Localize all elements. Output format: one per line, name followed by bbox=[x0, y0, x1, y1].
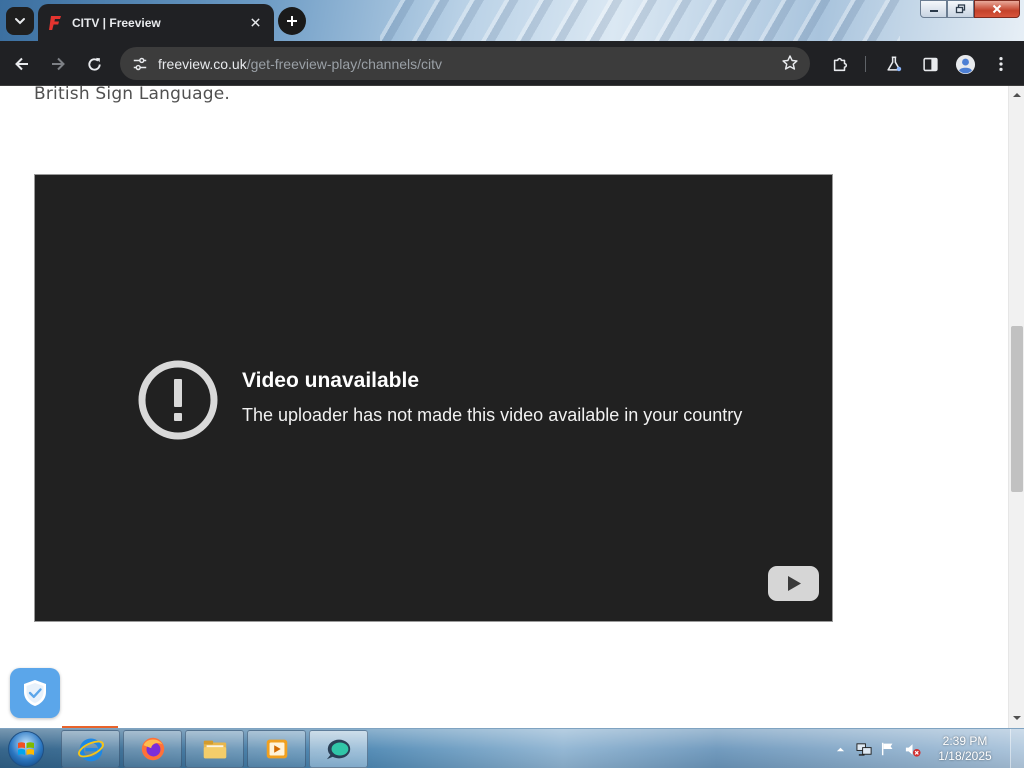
shield-check-icon bbox=[24, 680, 46, 706]
file-explorer-icon[interactable] bbox=[185, 730, 244, 768]
firefox-icon[interactable] bbox=[123, 730, 182, 768]
menu-button[interactable] bbox=[990, 53, 1012, 75]
app-icon[interactable] bbox=[309, 730, 368, 768]
back-button[interactable] bbox=[11, 53, 33, 75]
labs-button[interactable] bbox=[883, 53, 905, 75]
clock[interactable]: 2:39 PM 1/18/2025 bbox=[932, 734, 998, 764]
security-shield-button[interactable] bbox=[10, 668, 60, 718]
scroll-thumb[interactable] bbox=[1011, 326, 1023, 492]
video-error-title: Video unavailable bbox=[242, 369, 420, 392]
side-panel-button[interactable] bbox=[919, 53, 941, 75]
freeview-f-icon bbox=[48, 15, 64, 31]
video-player[interactable]: Video unavailable The uploader has not m… bbox=[34, 174, 833, 622]
avatar-icon bbox=[955, 54, 975, 74]
scroll-down-icon[interactable] bbox=[1013, 714, 1021, 722]
reload-icon bbox=[87, 57, 101, 71]
show-desktop-button[interactable] bbox=[1010, 729, 1024, 768]
toolbar-divider bbox=[865, 56, 866, 72]
system-tray: 2:39 PM 1/18/2025 bbox=[828, 729, 1024, 768]
volume-muted-icon[interactable] bbox=[903, 740, 921, 758]
forward-button[interactable] bbox=[47, 53, 69, 75]
reload-button[interactable] bbox=[83, 53, 105, 75]
tab-search-button[interactable] bbox=[6, 7, 34, 35]
action-center-flag-icon[interactable] bbox=[879, 740, 897, 758]
new-tab-button[interactable] bbox=[278, 7, 306, 35]
close-icon bbox=[992, 4, 1002, 14]
extensions-button[interactable] bbox=[829, 53, 851, 75]
bookmark-star-icon[interactable] bbox=[780, 53, 800, 73]
close-window-button[interactable] bbox=[974, 0, 1020, 18]
scroll-up-icon[interactable] bbox=[1013, 91, 1021, 99]
minimize-icon bbox=[929, 10, 938, 12]
web-page: British Sign Language. Video unavailable… bbox=[0, 86, 1008, 728]
page-scrollbar[interactable] bbox=[1008, 86, 1024, 728]
tab-title: CITV | Freeview bbox=[72, 15, 161, 30]
url-path: /get-freeview-play/channels/citv bbox=[246, 55, 443, 72]
window-titlebar-background bbox=[380, 0, 900, 41]
tab-strip: CITV | Freeview bbox=[0, 0, 1024, 41]
clock-date: 1/18/2025 bbox=[938, 749, 992, 763]
exclamation-circle-icon bbox=[138, 360, 218, 440]
site-info-icon[interactable] bbox=[130, 54, 150, 74]
clock-time: 2:39 PM bbox=[942, 734, 988, 748]
profile-button[interactable] bbox=[954, 53, 976, 75]
tab-close-icon[interactable] bbox=[246, 14, 264, 32]
restore-button[interactable] bbox=[947, 0, 974, 18]
puzzle-icon bbox=[833, 57, 848, 72]
intro-text: British Sign Language. bbox=[34, 86, 230, 104]
url-host: freeview.co.uk bbox=[158, 55, 247, 72]
youtube-play-icon[interactable] bbox=[768, 566, 819, 601]
restore-icon bbox=[955, 4, 965, 14]
browser-toolbar: freeview.co.uk/get-freeview-play/channel… bbox=[0, 41, 1024, 86]
chevron-down-icon bbox=[15, 18, 25, 25]
window-controls bbox=[920, 0, 1020, 18]
video-error-message: The uploader has not made this video ava… bbox=[242, 405, 743, 425]
windows-logo-icon bbox=[8, 731, 44, 767]
arrow-left-icon bbox=[15, 57, 28, 71]
tab-citv[interactable]: CITV | Freeview bbox=[38, 4, 274, 41]
minimize-button[interactable] bbox=[920, 0, 947, 18]
show-hidden-icons-icon[interactable] bbox=[831, 740, 849, 758]
start-button[interactable] bbox=[6, 730, 46, 768]
address-bar[interactable]: freeview.co.uk/get-freeview-play/channel… bbox=[120, 47, 810, 80]
network-icon[interactable] bbox=[855, 740, 873, 758]
windows-taskbar: 2:39 PM 1/18/2025 bbox=[0, 728, 1024, 768]
plus-icon bbox=[287, 16, 297, 26]
flask-icon bbox=[887, 56, 902, 72]
media-player-icon[interactable] bbox=[247, 730, 306, 768]
more-vert-icon bbox=[999, 56, 1003, 72]
internet-explorer-icon[interactable] bbox=[61, 730, 120, 768]
side-panel-icon bbox=[922, 57, 938, 71]
arrow-right-icon bbox=[52, 57, 65, 71]
